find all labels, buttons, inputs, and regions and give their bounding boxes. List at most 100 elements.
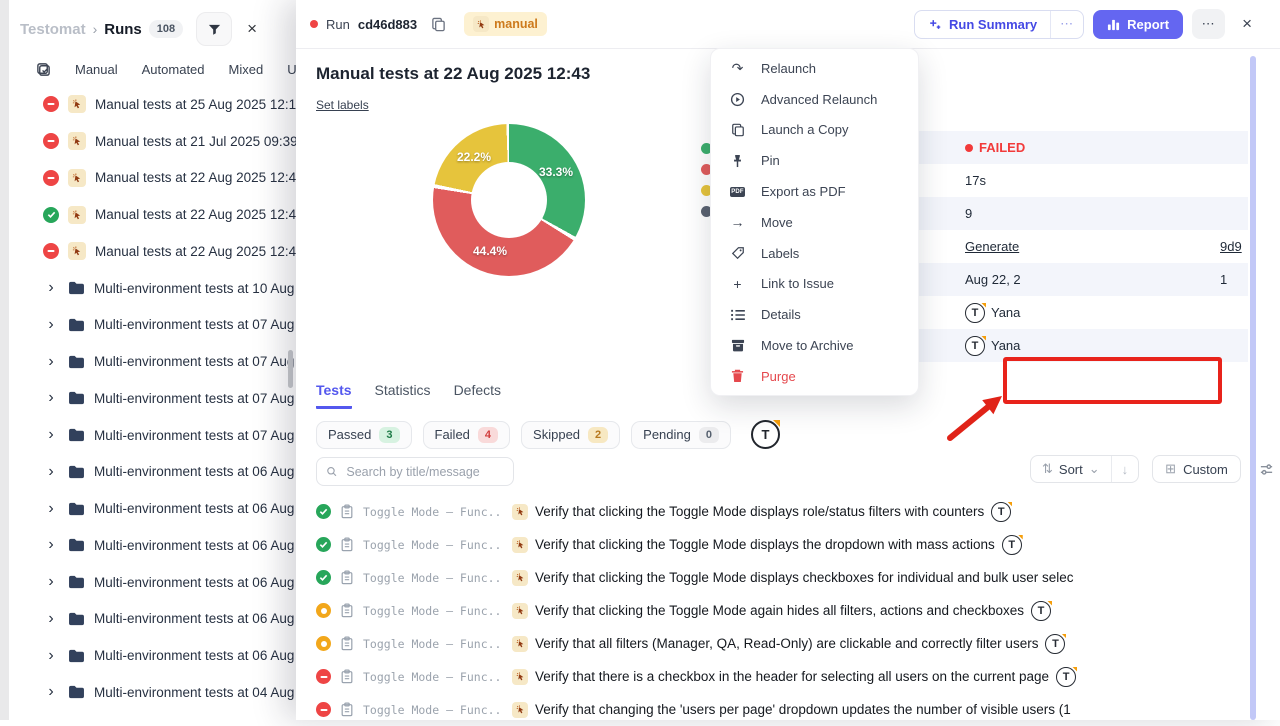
folder-icon <box>68 575 85 589</box>
run-summary-button[interactable]: Run Summary <box>915 11 1050 38</box>
list-item[interactable]: › Multi-environment tests at 07 Aug <box>9 417 296 454</box>
sort-button[interactable]: ⇅ Sort ⌄ <box>1031 456 1111 482</box>
sort-direction-button[interactable]: ↓ <box>1111 456 1139 482</box>
report-button[interactable]: Report <box>1093 10 1183 39</box>
panel-scrollbar[interactable] <box>1250 56 1256 720</box>
tab-tests[interactable]: Tests <box>316 382 352 409</box>
assignee-badge: T <box>1056 667 1076 687</box>
menu-item-move[interactable]: → Move <box>711 207 918 238</box>
menu-item-advanced-relaunch[interactable]: Advanced Relaunch <box>711 84 918 115</box>
tab-truncated[interactable]: U <box>287 62 296 77</box>
table-row[interactable]: Toggle Mode — Func... Verify that clicki… <box>296 594 1280 627</box>
test-plan-link[interactable]: Generate <box>965 239 1019 254</box>
copy-icon[interactable] <box>431 17 446 32</box>
list-item[interactable]: › Multi-environment tests at 06 Aug <box>9 564 296 601</box>
folder-icon <box>68 685 85 699</box>
chevron-right-icon[interactable]: › <box>43 353 59 371</box>
menu-item-pin[interactable]: Pin <box>711 145 918 176</box>
tab-automated[interactable]: Automated <box>142 62 205 77</box>
test-plan-link-tail[interactable]: 9d9 <box>1220 239 1242 254</box>
list-item[interactable]: › Multi-environment tests at 06 Aug <box>9 490 296 527</box>
more-actions-button[interactable]: ⋯ <box>1192 9 1225 39</box>
suite-ref: Toggle Mode — Func... <box>363 703 501 717</box>
breadcrumb-brand[interactable]: Testomat <box>20 21 86 38</box>
list-item[interactable]: Manual tests at 21 Jul 2025 09:39 <box>9 123 296 160</box>
custom-columns-button[interactable]: ⊞ Custom <box>1152 455 1241 483</box>
list-item[interactable]: › Multi-environment tests at 07 Aug <box>9 307 296 344</box>
menu-item-relaunch[interactable]: ↷ Relaunch <box>711 53 918 84</box>
list-item[interactable]: › Multi-environment tests at 10 Aug <box>9 270 296 307</box>
failed-status-icon <box>316 702 331 717</box>
sidebar-header: Testomat › Runs 108 × <box>20 12 257 46</box>
menu-item-launch-copy[interactable]: Launch a Copy <box>711 115 918 146</box>
chevron-right-icon[interactable]: › <box>43 316 59 334</box>
chevron-right-icon[interactable]: › <box>43 389 59 407</box>
chevron-right-icon[interactable]: › <box>43 683 59 701</box>
table-row[interactable]: Toggle Mode — Func... Verify that all fi… <box>296 627 1280 660</box>
chevron-right-icon[interactable]: › <box>43 426 59 444</box>
pending-count-badge: 0 <box>699 427 719 443</box>
select-runs-icon[interactable] <box>36 62 51 77</box>
tab-statistics[interactable]: Statistics <box>375 382 431 409</box>
chevron-right-icon[interactable]: › <box>43 573 59 591</box>
list-item[interactable]: › Multi-environment tests at 06 Aug <box>9 601 296 638</box>
close-panel-icon[interactable]: × <box>1242 14 1252 34</box>
table-row[interactable]: Toggle Mode — Func... Verify that clicki… <box>296 495 1280 528</box>
copy-icon <box>729 123 746 137</box>
detail-tabs: Tests Statistics Defects <box>316 382 501 409</box>
list-item[interactable]: › Multi-environment tests at 07 Aug <box>9 343 296 380</box>
list-icon <box>729 309 746 321</box>
search-input[interactable] <box>344 464 504 480</box>
list-item[interactable]: Manual tests at 22 Aug 2025 12:4 <box>9 160 296 197</box>
menu-item-purge[interactable]: Purge <box>711 361 918 392</box>
menu-item-link-issue[interactable]: + Link to Issue <box>711 269 918 300</box>
list-item[interactable]: Manual tests at 25 Aug 2025 12:1 <box>9 86 296 123</box>
run-id: cd46d883 <box>358 17 417 32</box>
trash-icon <box>729 369 746 383</box>
set-labels-link[interactable]: Set labels <box>316 98 369 112</box>
chevron-right-icon[interactable]: › <box>43 463 59 481</box>
manual-icon <box>512 537 528 553</box>
view-settings-button[interactable] <box>1254 456 1280 482</box>
menu-item-labels[interactable]: Labels <box>711 238 918 269</box>
filter-close-icon[interactable]: × <box>247 19 257 39</box>
list-item[interactable]: › Multi-environment tests at 06 Aug <box>9 454 296 491</box>
list-item[interactable]: › Multi-environment tests at 06 Aug <box>9 637 296 674</box>
filter-skipped[interactable]: Skipped2 <box>521 421 620 449</box>
menu-item-export-pdf[interactable]: PDF Export as PDF <box>711 176 918 207</box>
list-item[interactable]: › Multi-environment tests at 07 Aug <box>9 380 296 417</box>
list-item[interactable]: Manual tests at 22 Aug 2025 12:4 <box>9 196 296 233</box>
list-item[interactable]: › Multi-environment tests at 04 Aug <box>9 674 296 711</box>
menu-item-details[interactable]: Details <box>711 299 918 330</box>
test-title: Verify that there is a checkbox in the h… <box>535 669 1049 684</box>
failed-status-icon <box>43 170 59 186</box>
chevron-right-icon[interactable]: › <box>43 610 59 628</box>
list-item[interactable]: › Multi-environment tests at 06 Aug <box>9 527 296 564</box>
chevron-right-icon[interactable]: › <box>43 500 59 518</box>
chevron-right-icon[interactable]: › <box>43 536 59 554</box>
filter-button[interactable] <box>196 12 232 46</box>
manual-icon <box>512 669 528 685</box>
table-row[interactable]: Toggle Mode — Func... Verify that clicki… <box>296 528 1280 561</box>
filter-passed[interactable]: Passed3 <box>316 421 412 449</box>
chevron-right-icon[interactable]: › <box>43 647 59 665</box>
assignee-filter-avatar[interactable]: T <box>751 420 780 449</box>
run-summary-more-button[interactable]: ⋯ <box>1050 11 1083 38</box>
filter-failed[interactable]: Failed4 <box>423 421 511 449</box>
tab-defects[interactable]: Defects <box>454 382 501 409</box>
breadcrumb-runs[interactable]: Runs <box>104 21 142 38</box>
run-status-dot <box>310 20 318 28</box>
chevron-right-icon[interactable]: › <box>43 279 59 297</box>
table-row[interactable]: Toggle Mode — Func... Verify that changi… <box>296 693 1280 726</box>
suite-ref: Toggle Mode — Func... <box>363 637 501 651</box>
bar-chart-icon <box>1107 18 1120 31</box>
filter-pending[interactable]: Pending0 <box>631 421 731 449</box>
sidebar-scrollbar[interactable] <box>288 350 293 388</box>
list-item[interactable]: Manual tests at 22 Aug 2025 12:4 <box>9 233 296 270</box>
tab-mixed[interactable]: Mixed <box>229 62 264 77</box>
table-row[interactable]: Toggle Mode — Func... Verify that there … <box>296 660 1280 693</box>
table-row[interactable]: Toggle Mode — Func... Verify that clicki… <box>296 561 1280 594</box>
manual-icon <box>512 702 528 718</box>
tab-manual[interactable]: Manual <box>75 62 118 77</box>
menu-item-move-archive[interactable]: Move to Archive <box>711 330 918 361</box>
